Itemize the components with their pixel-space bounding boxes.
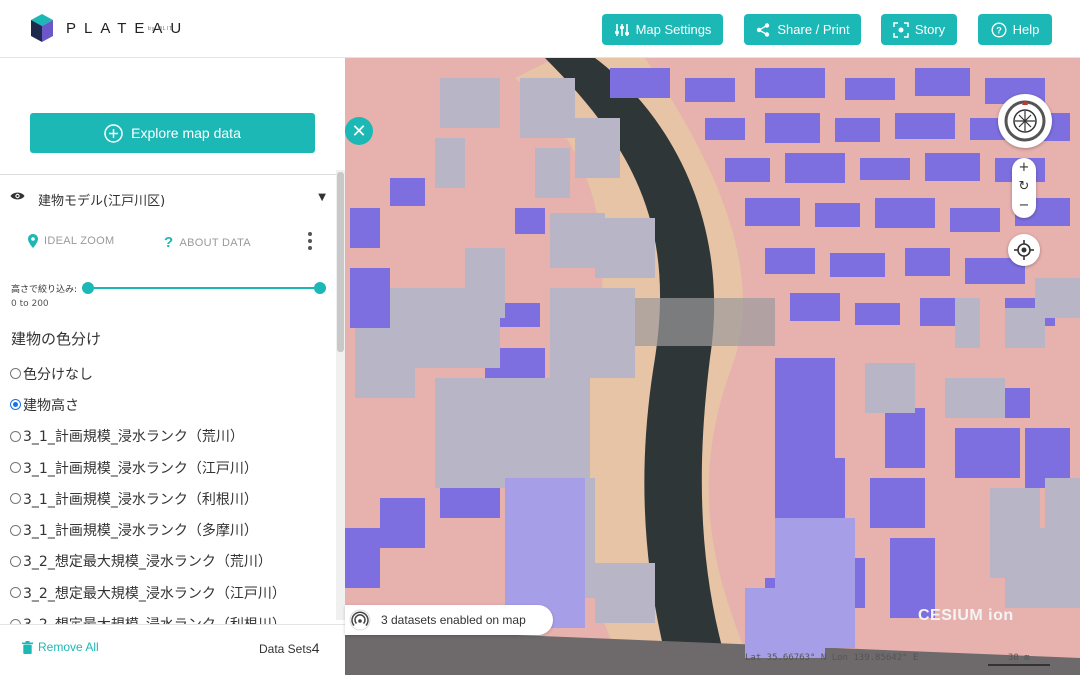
coloring-options: 色分けなし 建物高さ 3_1_計画規模_浸水ランク（荒川） 3_1_計画規模_浸… [10,358,330,624]
crosshair-icon [1014,240,1034,260]
app-header: PLATEAU by MLIT Map Settings Share / Pri… [0,0,1080,58]
coordinates-readout: Lat 35.66763° N Lon 139.85642° E [745,653,919,663]
remove-all-label: Remove All [38,640,99,654]
story-label: Story [914,22,946,37]
datasets-count: Data Sets4 [259,640,320,656]
eye-icon[interactable] [10,190,25,202]
radio-button[interactable] [10,587,21,599]
locate-button[interactable] [1008,234,1040,266]
height-slider-min-handle[interactable] [82,282,94,294]
ideal-zoom-label: IDEAL ZOOM [44,235,115,247]
dataset-actions: IDEAL ZOOM ? ABOUT DATA [28,230,328,254]
compass-control[interactable] [998,94,1052,148]
help-button[interactable]: ? Help [978,14,1052,45]
question-icon: ? [164,234,174,251]
radio-option[interactable]: 3_1_計画規模_浸水ランク（多摩川） [10,514,330,545]
cesium-ion-logo[interactable]: CESIUM ion [918,607,1014,625]
radio-button[interactable] [10,524,21,536]
datasets-enabled-text: 3 datasets enabled on map [381,613,526,627]
cube-logo-icon [30,12,54,44]
radio-label: 色分けなし [23,366,93,383]
radio-label: 3_1_計画規模_浸水ランク（多摩川） [23,523,258,540]
radio-label: 3_2_想定最大規模_浸水ランク（江戸川） [23,585,286,602]
map-3d-scene[interactable] [345,58,1080,675]
dataset-header[interactable]: 建物モデル(江戸川区) ▼ [10,186,330,212]
help-icon: ? [991,21,1007,38]
map-pin-icon [28,234,38,248]
sliders-icon [614,23,629,36]
height-filter-label: 高さで絞り込み: [11,285,78,295]
scrollbar-thumb[interactable] [337,172,344,352]
radio-option[interactable]: 3_2_想定最大規模_浸水ランク（荒川） [10,546,330,577]
story-button[interactable]: Story [881,14,957,45]
coloring-section-title: 建物の色分け [11,330,102,348]
radio-label: 建物高さ [23,397,79,414]
height-slider-track[interactable] [88,287,320,289]
more-options-icon[interactable] [308,232,312,253]
datasets-number: 4 [311,640,320,656]
zoom-control: + ↻ − [1012,158,1036,218]
svg-text:?: ? [996,25,1002,35]
radio-button[interactable] [10,462,21,474]
share-icon [757,22,770,37]
radio-button[interactable] [10,368,21,380]
datasets-enabled-indicator[interactable]: 3 datasets enabled on map [345,605,553,635]
share-print-button[interactable]: Share / Print [744,14,861,45]
close-icon: ✕ [351,120,367,142]
radio-button-selected[interactable] [10,399,21,411]
broadcast-icon [349,609,371,631]
radio-label: 3_1_計画規模_浸水ランク（江戸川） [23,460,258,477]
height-filter-range: 0 to 200 [11,299,49,309]
sidebar-panel: Explore map data 建物モデル(江戸川区) ▼ IDEAL ZOO… [0,58,345,675]
logo-subtitle: by MLIT [148,26,174,32]
reset-view-icon[interactable]: ↻ [1012,177,1036,196]
map-settings-label: Map Settings [635,22,712,37]
explore-map-data-button[interactable]: Explore map data [30,113,315,153]
about-data-button[interactable]: ? ABOUT DATA [164,234,251,251]
close-panel-button[interactable]: ✕ [345,117,373,145]
share-print-label: Share / Print [777,22,850,37]
ideal-zoom-button[interactable]: IDEAL ZOOM [28,234,114,248]
map-viewport[interactable] [345,58,1080,675]
trash-icon [22,640,33,654]
radio-option[interactable]: 3_2_想定最大規模_浸水ランク（利根川） [10,608,330,624]
story-icon [893,21,909,38]
remove-all-button[interactable]: Remove All [22,640,99,654]
about-data-label: ABOUT DATA [179,236,251,249]
zoom-out-icon[interactable]: − [1012,196,1036,215]
scale-bar [988,664,1050,666]
radio-button[interactable] [10,555,21,567]
radio-option[interactable]: 色分けなし [10,358,330,389]
radio-label: 3_2_想定最大規模_浸水ランク（荒川） [23,554,272,571]
divider [0,174,345,175]
footer-divider [0,624,345,625]
plus-circle-icon [104,123,123,143]
radio-label: 3_1_計画規模_浸水ランク（荒川） [23,429,244,446]
datasets-label: Data Sets [259,642,312,656]
radio-label: 3_2_想定最大規模_浸水ランク（利根川） [23,614,286,624]
radio-option[interactable]: 3_1_計画規模_浸水ランク（利根川） [10,483,330,514]
explore-label: Explore map data [131,125,241,141]
radio-option[interactable]: 3_1_計画規模_浸水ランク（江戸川） [10,452,330,483]
dataset-title: 建物モデル(江戸川区) [38,193,166,209]
caret-down-icon[interactable]: ▼ [318,192,326,203]
radio-button[interactable] [10,430,21,442]
radio-option[interactable]: 3_2_想定最大規模_浸水ランク（江戸川） [10,577,330,608]
radio-option[interactable]: 3_1_計画規模_浸水ランク（荒川） [10,421,330,452]
help-label: Help [1012,22,1040,37]
radio-option[interactable]: 建物高さ [10,389,330,420]
radio-label: 3_1_計画規模_浸水ランク（利根川） [23,491,258,508]
zoom-in-icon[interactable]: + [1012,158,1036,177]
height-slider-max-handle[interactable] [314,282,326,294]
radio-button[interactable] [10,493,21,505]
compass-icon [1004,100,1046,142]
scale-label: 30 m [1008,653,1030,663]
map-settings-button[interactable]: Map Settings [602,14,723,45]
